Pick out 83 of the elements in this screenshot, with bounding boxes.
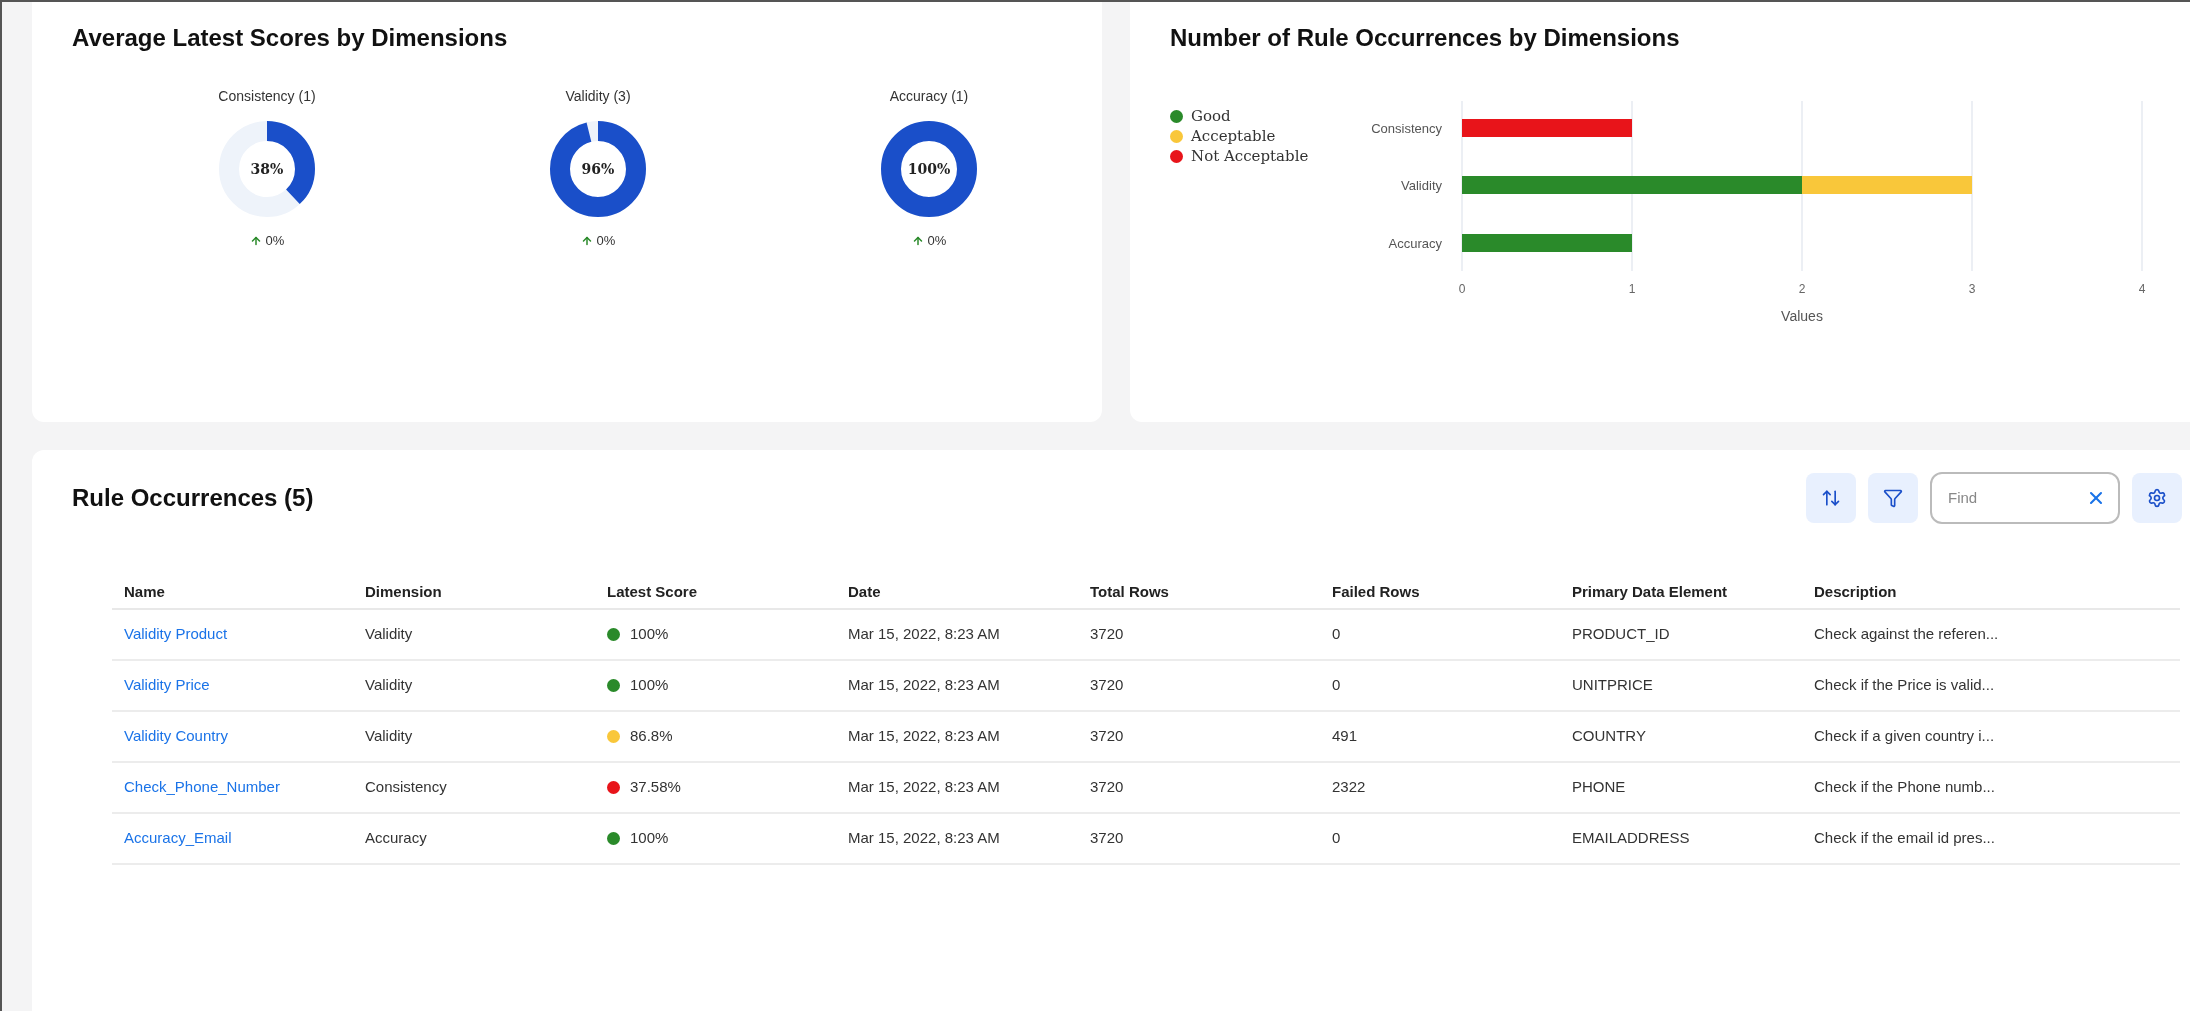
column-header: Failed Rows: [1332, 583, 1420, 600]
table-cell: Validity: [365, 727, 413, 745]
category-label: Accuracy: [1388, 236, 1442, 251]
trend-value: 0%: [265, 232, 285, 250]
table-cell-text: 100%: [630, 624, 669, 645]
table-cell: Mar 15, 2022, 8:23 AM: [848, 727, 1000, 745]
table-cell: PHONE: [1572, 778, 1626, 796]
table-cell-text: 100%: [630, 675, 669, 696]
table-cell: Validity: [365, 625, 413, 643]
panel-title: Number of Rule Occurrences by Dimensions: [1170, 23, 1681, 53]
up-arrow-icon: [249, 234, 262, 247]
settings-icon: [2147, 488, 2167, 508]
donut-value: 38%: [250, 159, 284, 179]
rule-link[interactable]: Check_Phone_Number: [124, 778, 280, 796]
table-cell: Accuracy: [365, 829, 427, 847]
column-header: Date: [848, 583, 881, 600]
filter-icon: [1883, 488, 1903, 508]
table-cell: 3720: [1090, 829, 1124, 847]
table-cell: 3720: [1090, 625, 1124, 643]
column-header: Description: [1814, 583, 1897, 600]
up-arrow-icon: [911, 234, 924, 247]
category-label: Consistency: [1371, 121, 1442, 136]
table-cell: EMAILADDRESS: [1572, 829, 1690, 847]
panel-title: Average Latest Scores by Dimensions: [72, 23, 509, 53]
sort-button[interactable]: [1806, 473, 1856, 523]
trend-value: 0%: [927, 232, 947, 250]
axis-title: Values: [1781, 308, 1823, 324]
rule-link[interactable]: Accuracy_Email: [124, 829, 232, 847]
search-box[interactable]: Find: [1930, 472, 2120, 524]
dimension-label: Validity (3): [565, 87, 631, 106]
table-cell: 2322: [1332, 778, 1366, 796]
legend-label: Good: [1191, 108, 1231, 124]
legend-label: Acceptable: [1191, 128, 1276, 144]
table-cell: 0: [1332, 625, 1341, 643]
tick-label: 4: [2138, 282, 2146, 296]
table-cell: Check if the Price is valid...: [1814, 676, 1995, 694]
table-cell: Validity: [365, 676, 413, 694]
table-cell: 491: [1332, 727, 1358, 745]
table-cell: Mar 15, 2022, 8:23 AM: [848, 778, 1000, 796]
tick-label: 3: [1968, 282, 1976, 296]
tick-label: 0: [1458, 282, 1466, 296]
panel-title: Rule Occurrences (5): [72, 483, 314, 513]
table-cell: 3720: [1090, 676, 1124, 694]
column-header: Total Rows: [1090, 583, 1169, 600]
column-header: Primary Data Element: [1572, 583, 1728, 600]
rule-link[interactable]: Validity Country: [124, 727, 228, 745]
table-cell: Mar 15, 2022, 8:23 AM: [848, 625, 1000, 643]
legend-label: Not Acceptable: [1191, 148, 1309, 164]
table-cell-text: 37.58%: [630, 777, 681, 798]
settings-button[interactable]: [2132, 473, 2182, 523]
table-cell: UNITPRICE: [1572, 676, 1653, 694]
table-cell: Mar 15, 2022, 8:23 AM: [848, 676, 1000, 694]
column-header: Dimension: [365, 583, 442, 600]
table-cell: 3720: [1090, 778, 1124, 796]
find-field[interactable]: Find: [1948, 486, 2068, 510]
up-arrow-icon: [580, 234, 593, 247]
dimension-label: Consistency (1): [218, 87, 316, 106]
rule-link[interactable]: Validity Product: [124, 625, 228, 643]
donut-value: 96%: [581, 159, 615, 179]
table-cell: 0: [1332, 676, 1341, 694]
table-cell: COUNTRY: [1572, 727, 1646, 745]
sort-icon: [1821, 488, 1841, 508]
dimension-label: Accuracy (1): [889, 87, 969, 106]
table-cell: Mar 15, 2022, 8:23 AM: [848, 829, 1000, 847]
table-cell: Check if the Phone numb...: [1814, 778, 1995, 796]
table-cell: 0: [1332, 829, 1341, 847]
rule-link[interactable]: Validity Price: [124, 676, 210, 694]
filter-button[interactable]: [1868, 473, 1918, 523]
trend-value: 0%: [596, 232, 616, 250]
table-cell: 3720: [1090, 727, 1124, 745]
table-cell-text: 100%: [630, 828, 669, 849]
category-label: Validity: [1401, 178, 1442, 193]
table-cell: Check if a given country i...: [1814, 727, 1995, 745]
table-cell: Check against the referen...: [1814, 625, 1999, 643]
donut-value: 100%: [907, 159, 951, 179]
column-header: Latest Score: [607, 583, 698, 600]
table-cell-text: 86.8%: [630, 726, 673, 747]
tick-label: 1: [1628, 282, 1636, 296]
table-cell: PRODUCT_ID: [1572, 625, 1670, 643]
column-header: Name: [124, 583, 165, 600]
table-cell: Consistency: [365, 778, 447, 796]
table-cell: Check if the email id pres...: [1814, 829, 1995, 847]
tick-label: 2: [1798, 282, 1806, 296]
